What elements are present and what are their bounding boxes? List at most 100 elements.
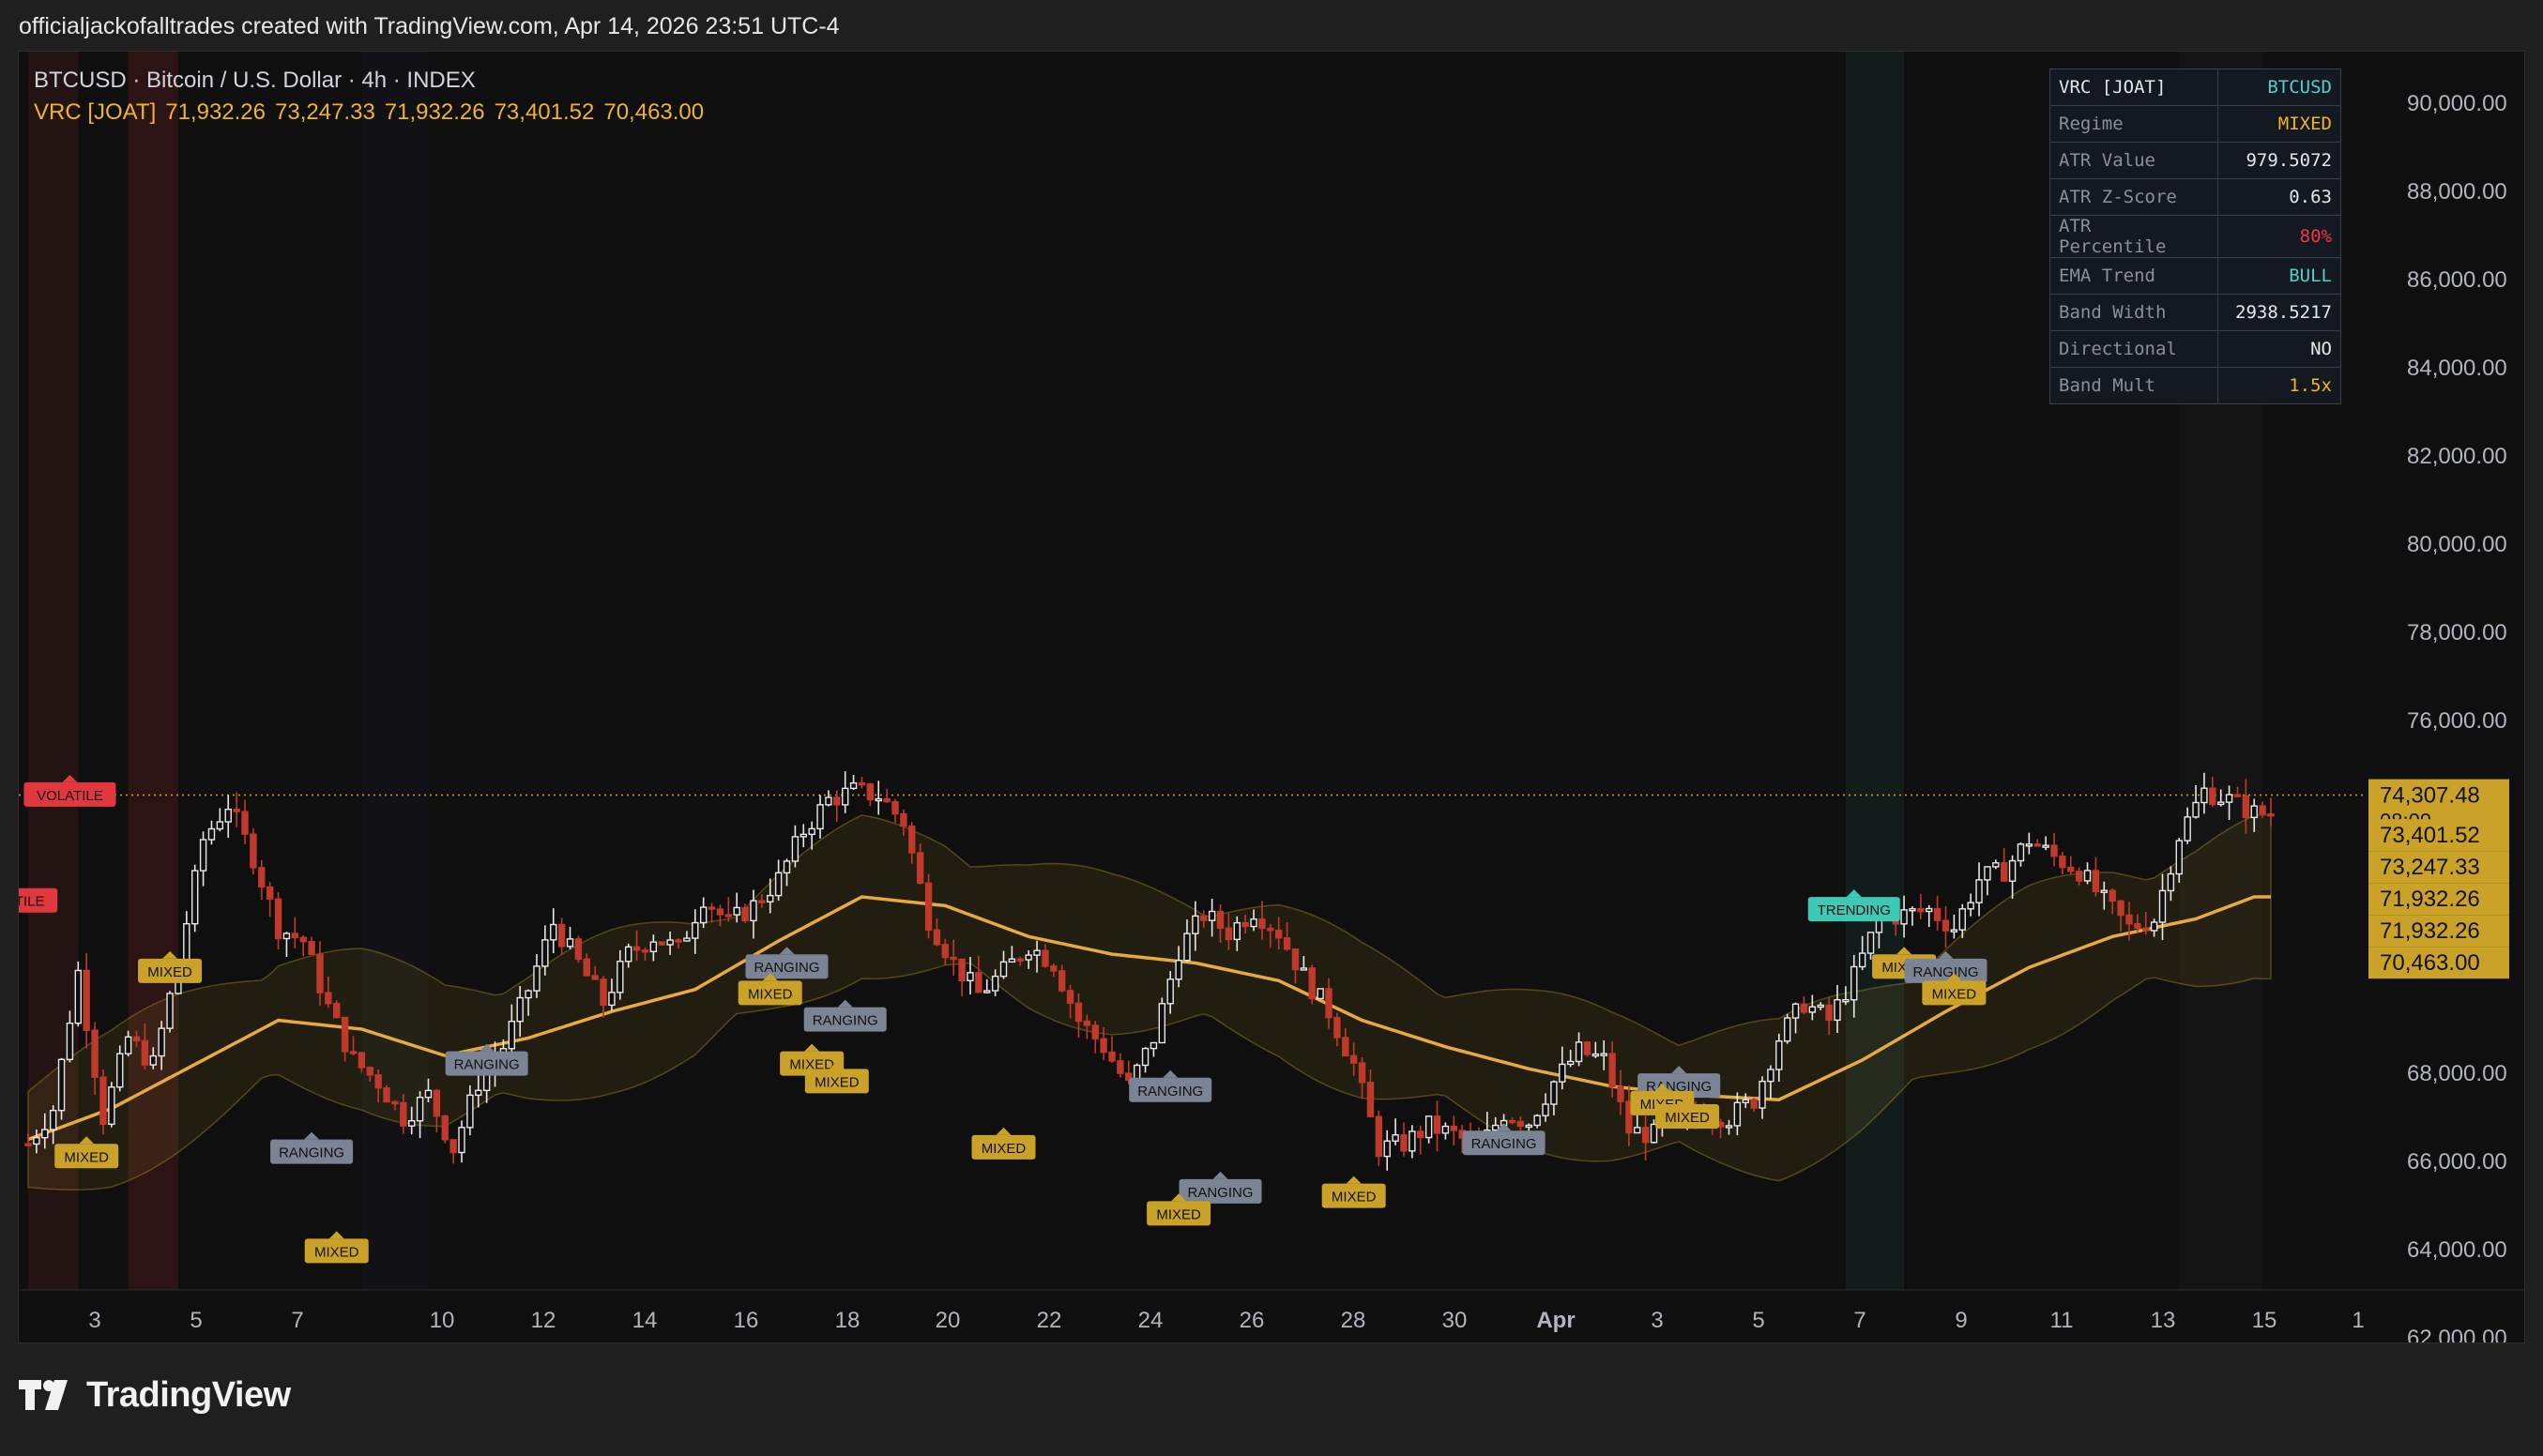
candle-body <box>608 992 616 1007</box>
candle-body <box>1775 1040 1783 1070</box>
candle-body <box>2200 787 2208 804</box>
candle-body <box>441 1115 449 1141</box>
candle-body <box>1850 965 1858 1001</box>
regime-label-text: MIXED <box>815 1074 860 1090</box>
regime-label-text: RANGING <box>754 960 820 976</box>
price-tick-label: 80,000.00 <box>2407 532 2507 557</box>
price-tick-label: 86,000.00 <box>2407 267 2507 293</box>
tradingview-logo-icon[interactable] <box>19 1379 77 1412</box>
candle-body <box>424 1089 433 1099</box>
tradingview-brand[interactable]: TradingView <box>86 1375 291 1416</box>
candle-body <box>1333 1016 1341 1039</box>
candle-body <box>1317 988 1324 1000</box>
price-label-text: 71,932.26 <box>2380 887 2480 912</box>
candle-body <box>1066 990 1074 1004</box>
candle-body <box>1358 1062 1366 1084</box>
info-row-directional: Directional NO <box>2049 330 2341 368</box>
candle-body <box>1392 1134 1399 1142</box>
candle-body <box>1866 932 1875 954</box>
candle-body <box>374 1074 382 1089</box>
candle-body <box>2167 872 2175 892</box>
candle-body <box>1975 879 1983 903</box>
candle-body <box>900 812 907 827</box>
candle-body <box>1033 949 1041 956</box>
info-row-key: EMA Trend <box>2049 257 2218 295</box>
time-tick-label: 10 <box>430 1308 455 1333</box>
indicator-value-3: 71,932.26 <box>384 99 485 125</box>
candle-body <box>1058 970 1066 992</box>
price-tick-label: 78,000.00 <box>2407 620 2507 645</box>
candle-body <box>866 782 875 801</box>
regime-info-table: VRC [JOAT] BTCUSD Regime MIXED ATR Value 97… <box>2049 68 2341 404</box>
candle-body <box>1742 1099 1749 1104</box>
candle-body <box>116 1053 124 1088</box>
candle-body <box>1858 952 1866 968</box>
time-tick-label: 12 <box>531 1308 556 1333</box>
candle-body <box>941 944 950 959</box>
time-tick-label: 3 <box>88 1308 100 1333</box>
candle-body <box>783 860 791 874</box>
candle-body <box>1183 933 1191 962</box>
candle-body <box>741 906 749 922</box>
info-row-value: MIXED <box>2217 105 2341 143</box>
candle-body <box>1591 1053 1600 1057</box>
candle-body <box>1750 1099 1758 1109</box>
candle-body <box>449 1139 457 1154</box>
candle-body <box>1842 999 1850 1003</box>
info-table-header: VRC [JOAT] BTCUSD <box>2049 68 2341 106</box>
regime-label-text: RANGING <box>279 1145 344 1161</box>
time-tick-label: 9 <box>1955 1308 1967 1333</box>
candle-body <box>1608 1053 1616 1088</box>
candle-body <box>141 1039 149 1066</box>
regime-label-pointer <box>996 1127 1012 1135</box>
regime-label-pointer <box>1163 1069 1179 1078</box>
candle-body <box>574 938 583 961</box>
time-tick-label: 11 <box>2050 1308 2074 1333</box>
candle-body <box>641 949 649 953</box>
candle-body <box>1016 958 1024 962</box>
candle-body <box>466 1094 474 1129</box>
candle-body <box>274 898 282 940</box>
chart-frame[interactable]: VOLATILE VOLATILE MIXED MIXED RANGING RANGING… <box>18 51 2525 1343</box>
regime-label-text: MIXED <box>1932 986 1977 1002</box>
candle-body <box>1166 978 1174 1005</box>
candle-body <box>758 900 766 903</box>
regime-label-text: MIXED <box>314 1244 359 1260</box>
regime-label-text: MIXED <box>147 964 192 980</box>
candle-body <box>2242 795 2250 819</box>
candle-body <box>2033 843 2041 847</box>
candle-body <box>583 958 590 977</box>
regime-label-text: RANGING <box>1188 1185 1254 1201</box>
candle-body <box>1325 988 1332 1019</box>
candle-body <box>383 1087 390 1103</box>
candle-body <box>625 946 632 963</box>
regime-label: RANGING <box>1129 1069 1212 1102</box>
indicator-legend[interactable]: VRC [JOAT] 71,932.26 73,247.33 71,932.26 73,… <box>34 97 704 129</box>
candle-body <box>49 1109 57 1130</box>
candle-body <box>849 781 858 790</box>
candle-body <box>1634 1127 1641 1134</box>
info-table-symbol: BTCUSD <box>2217 68 2341 106</box>
time-tick-label: 20 <box>936 1308 961 1333</box>
candle-body <box>475 1089 482 1097</box>
candle-body <box>1433 1115 1441 1134</box>
info-row-key: ATR Value <box>2049 142 2218 179</box>
candle-body <box>1091 1024 1099 1039</box>
info-row-key: Directional <box>2049 330 2218 368</box>
candle-body <box>750 900 757 922</box>
candle-body <box>2042 844 2049 848</box>
info-row-ema-trend: EMA Trend BULL <box>2049 257 2341 295</box>
candle-body <box>1516 1120 1525 1128</box>
candle-body <box>1424 1115 1433 1139</box>
regime-label-text: MIXED <box>1665 1110 1710 1126</box>
candle-body <box>1283 937 1291 950</box>
candle-body <box>999 961 1008 978</box>
time-tick-label: 5 <box>190 1308 202 1333</box>
candle-body <box>2184 816 2191 842</box>
info-row-value: 2938.5217 <box>2217 294 2341 331</box>
candle-body <box>1150 1041 1158 1050</box>
symbol-title[interactable]: BTCUSD · Bitcoin / U.S. Dollar · 4h · IN… <box>34 65 704 97</box>
candle-body <box>1641 1127 1650 1144</box>
candle-body <box>1308 967 1316 1000</box>
price-tick-label: 66,000.00 <box>2407 1149 2507 1175</box>
